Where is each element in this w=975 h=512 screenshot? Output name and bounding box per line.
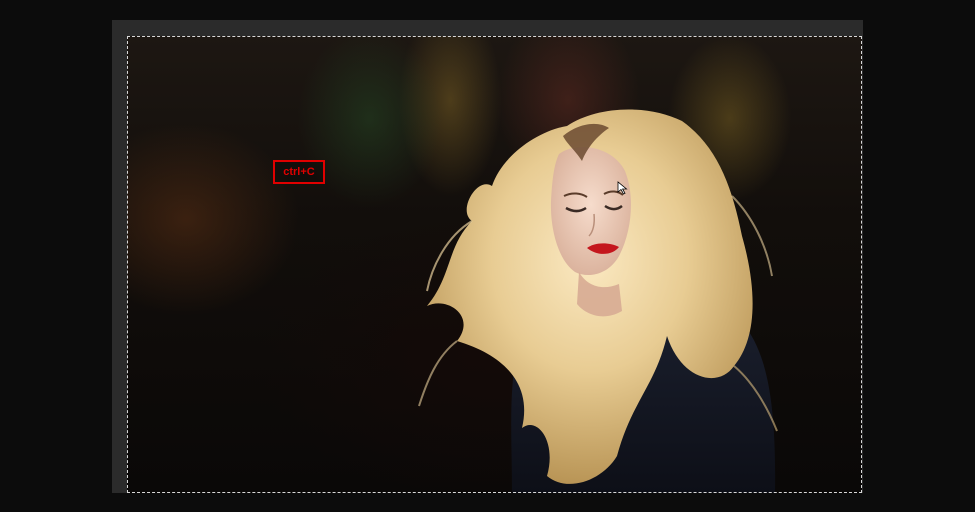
- arrow-cursor-icon: [617, 181, 628, 195]
- photo-layer: [418, 109, 778, 493]
- image-canvas[interactable]: [127, 36, 862, 493]
- keyboard-shortcut-label: ctrl+C: [273, 160, 325, 184]
- editor-stage: ctrl+C: [0, 0, 975, 512]
